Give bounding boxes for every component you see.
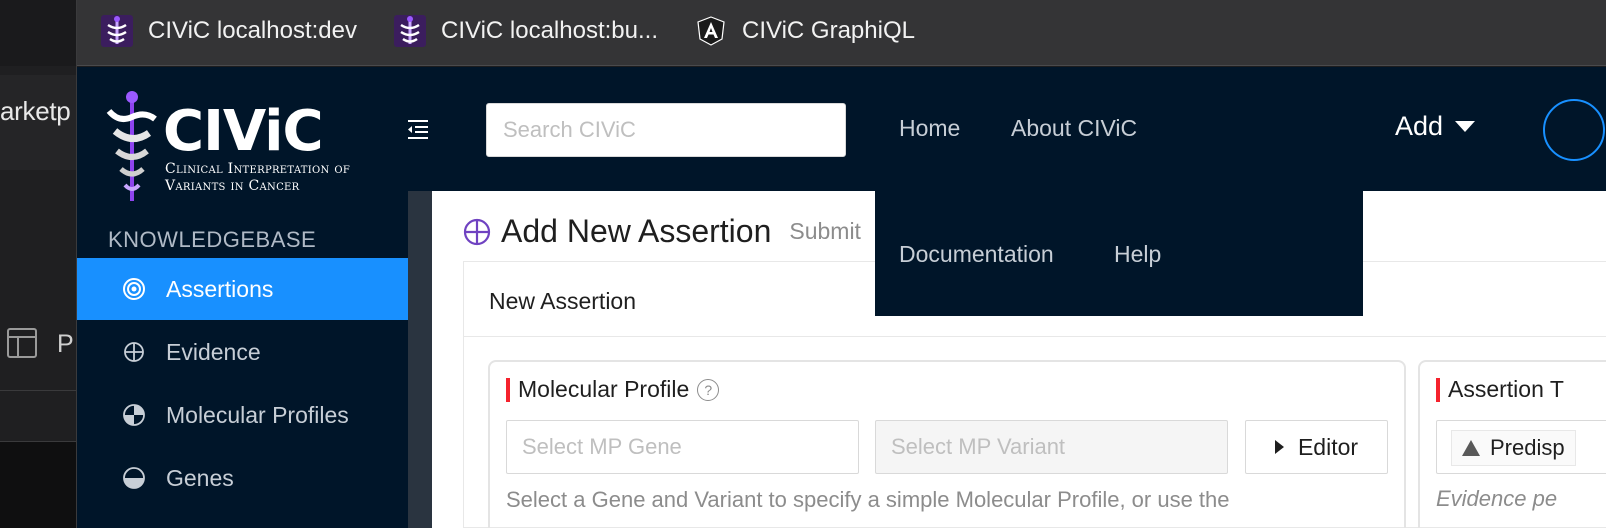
bookmark-civic-dev[interactable]: CIViC localhost:dev	[101, 14, 357, 48]
logo-subtitle-line1: Clinical Interpretation of	[165, 161, 351, 177]
sidebar-section-label: KNOWLEDGEBASE	[108, 227, 317, 252]
sidebar-item-assertions[interactable]: Assertions	[77, 258, 408, 320]
editor-button[interactable]: Editor	[1245, 420, 1388, 474]
marketplace-partial-label[interactable]: arketp	[0, 96, 71, 127]
nav-documentation[interactable]: Documentation	[899, 241, 1054, 268]
caduceus-icon	[106, 91, 157, 201]
sidebar-item-molecular-profiles[interactable]: Molecular Profiles	[77, 384, 408, 446]
add-menu-button[interactable]: Add	[1395, 111, 1476, 142]
nav-home[interactable]: Home	[899, 115, 960, 142]
page-subtitle: Submit	[789, 218, 861, 244]
question-circle-icon[interactable]: ?	[697, 378, 720, 401]
logo-subtitle-line2: Variants in Cancer	[165, 178, 300, 194]
page-title: Add New Assertion	[501, 213, 772, 249]
required-marker	[1436, 377, 1440, 402]
caret-right-icon	[1274, 440, 1284, 454]
crosshair-icon	[463, 218, 491, 245]
molecular-profile-label: Molecular Profile ?	[506, 376, 720, 403]
half-circle-icon	[122, 466, 146, 490]
table-icon[interactable]	[6, 327, 38, 359]
pie-icon	[122, 403, 146, 427]
bookmarks-bar: CIViC localhost:dev CIViC localhost:bu..…	[77, 0, 1606, 66]
sidebar-item-evidence[interactable]: Evidence	[77, 321, 408, 383]
assertion-type-help-text: Evidence pe	[1436, 486, 1558, 511]
crosshair-icon	[122, 340, 146, 364]
sidebar-item-label: Genes	[166, 464, 234, 491]
left-app-strip: arketp P	[0, 0, 77, 528]
mp-help-text: Select a Gene and Variant to specify a s…	[506, 487, 1230, 512]
sidebar-item-genes[interactable]: Genes	[77, 447, 408, 509]
field-label: Molecular Profile	[518, 376, 690, 402]
user-avatar-button[interactable]	[1543, 99, 1605, 161]
target-icon	[122, 277, 146, 301]
civic-icon	[101, 15, 133, 47]
logo-wordmark: CIViC	[163, 99, 324, 164]
warning-icon	[1462, 440, 1480, 456]
assertion-type-label: Assertion T	[1436, 376, 1564, 403]
assertion-type-tag: Predisp	[1451, 430, 1576, 466]
assertion-type-field: Assertion T Predisp Evidence pe	[1418, 360, 1606, 528]
left-bottom-band	[0, 442, 76, 528]
page-header: Add New Assertion Submit	[463, 213, 861, 250]
angular-icon	[695, 15, 727, 47]
civic-icon	[394, 15, 426, 47]
nav-overflow-dropdown: Documentation Help	[875, 191, 1363, 316]
bookmark-civic-build[interactable]: CIViC localhost:bu...	[394, 14, 658, 48]
menu-fold-icon[interactable]	[405, 118, 431, 140]
sidebar-item-label: Evidence	[166, 338, 261, 365]
editor-label: Editor	[1297, 433, 1359, 460]
required-marker	[506, 377, 510, 402]
search-input[interactable]	[486, 103, 846, 157]
add-label: Add	[1395, 111, 1444, 141]
bookmark-label: CIViC localhost:dev	[148, 17, 357, 44]
mp-variant-select[interactable]	[875, 420, 1228, 474]
civic-app: CIViC Clinical Interpretation of Variant…	[77, 67, 1606, 528]
left-item-partial-label[interactable]: P	[57, 330, 74, 359]
mp-gene-select[interactable]	[506, 420, 859, 474]
divider	[0, 390, 76, 391]
sidebar-item-label: Assertions	[166, 275, 274, 302]
bookmark-label: CIViC localhost:bu...	[441, 17, 658, 44]
left-top-band	[0, 0, 76, 66]
caret-down-icon	[1455, 121, 1476, 132]
field-label: Assertion T	[1448, 376, 1564, 402]
bookmark-civic-graphiql[interactable]: CIViC GraphiQL	[695, 14, 915, 48]
card-title: New Assertion	[489, 288, 637, 314]
sidebar-item-label: Molecular Profiles	[166, 401, 349, 428]
civic-logo[interactable]: CIViC Clinical Interpretation of Variant…	[105, 89, 365, 204]
nav-help[interactable]: Help	[1114, 241, 1161, 268]
assertion-type-select[interactable]: Predisp	[1436, 420, 1606, 474]
nav-about-civic[interactable]: About CIViC	[1011, 115, 1137, 142]
tag-label: Predisp	[1490, 435, 1565, 460]
molecular-profile-field: Molecular Profile ? Editor Select a Gene…	[488, 360, 1406, 528]
bookmark-label: CIViC GraphiQL	[742, 17, 915, 44]
logo-subtitle: Clinical Interpretation of Variants in C…	[165, 161, 350, 195]
